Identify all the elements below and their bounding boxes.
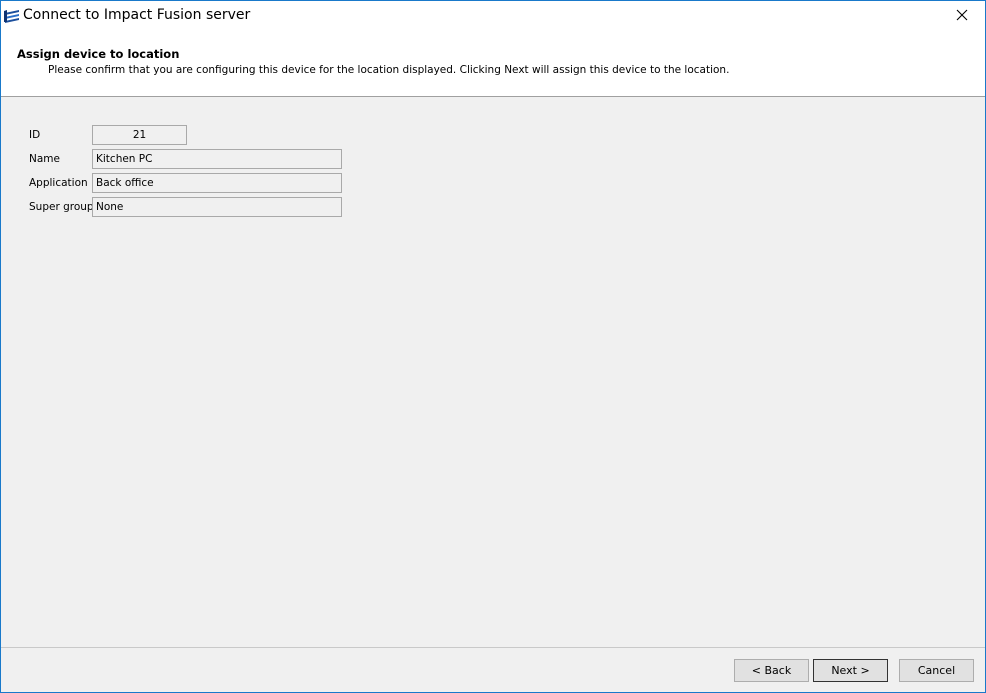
- id-label: ID: [29, 129, 41, 141]
- page-title: Assign device to location: [17, 47, 180, 61]
- back-button[interactable]: < Back: [734, 659, 809, 682]
- app-logo-icon: [4, 9, 20, 23]
- close-icon: [956, 9, 968, 24]
- application-field: Back office: [92, 173, 342, 193]
- next-button[interactable]: Next >: [813, 659, 888, 682]
- wizard-window: Connect to Impact Fusion server Assign d…: [0, 0, 986, 693]
- wizard-header: Assign device to location Please confirm…: [1, 32, 985, 97]
- name-label: Name: [29, 153, 60, 165]
- close-button[interactable]: [939, 1, 985, 31]
- super-group-field: None: [92, 197, 342, 217]
- id-field: 21: [92, 125, 187, 145]
- name-field: Kitchen PC: [92, 149, 342, 169]
- cancel-button[interactable]: Cancel: [899, 659, 974, 682]
- application-label: Application: [29, 177, 88, 189]
- title-bar[interactable]: Connect to Impact Fusion server: [1, 1, 985, 32]
- window-title: Connect to Impact Fusion server: [23, 7, 251, 23]
- page-description: Please confirm that you are configuring …: [48, 64, 730, 76]
- footer-divider: [1, 647, 985, 648]
- super-group-label: Super group: [29, 201, 94, 213]
